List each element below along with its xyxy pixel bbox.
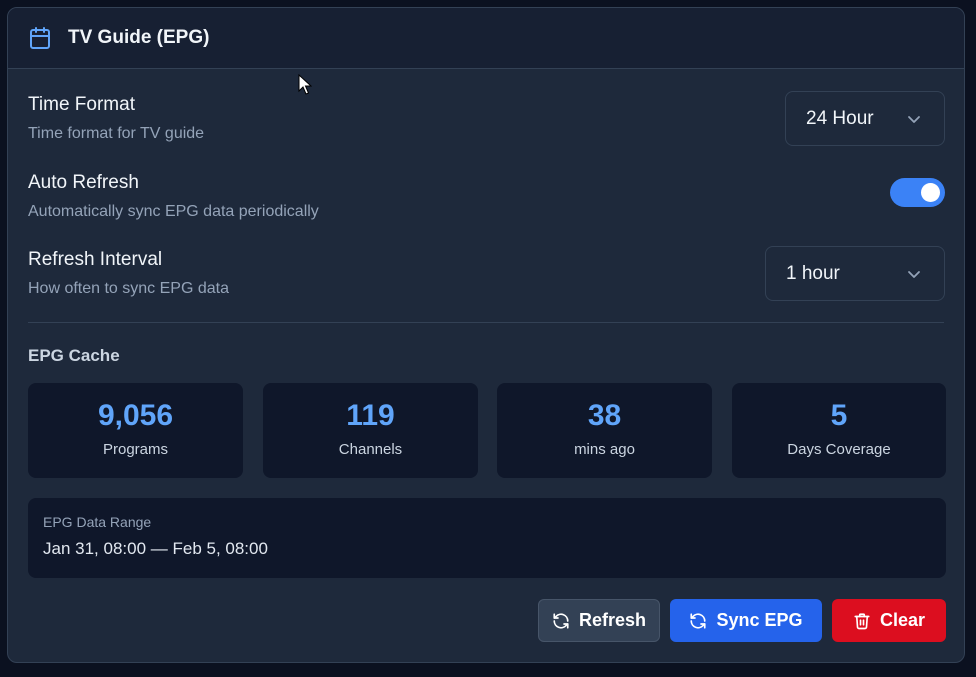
chevron-down-icon	[906, 266, 922, 282]
epg-data-range: EPG Data Range Jan 31, 08:00 — Feb 5, 08…	[28, 498, 946, 578]
chevron-down-icon	[906, 111, 922, 127]
calendar-icon	[28, 26, 52, 50]
stat-channels: 119 Channels	[263, 383, 478, 478]
epg-settings-card: TV Guide (EPG) Time Format Time format f…	[7, 7, 965, 663]
refresh-button[interactable]: Refresh	[538, 599, 660, 642]
card-header: TV Guide (EPG)	[8, 8, 964, 69]
epg-cache-heading: EPG Cache	[28, 346, 120, 365]
refresh-label: Refresh	[578, 610, 647, 630]
auto-refresh-setting: Auto Refresh Automatically sync EPG data…	[28, 172, 944, 221]
stat-label: Days Coverage	[787, 441, 891, 458]
stat-label: mins ago	[574, 441, 635, 458]
range-value: Jan 31, 08:00 — Feb 5, 08:00	[43, 539, 268, 558]
stat-value: 5	[830, 399, 848, 432]
stat-last-sync: 38 mins ago	[497, 383, 712, 478]
clear-label: Clear	[879, 610, 926, 630]
sync-epg-label: Sync EPG	[716, 610, 803, 630]
stat-value: 119	[346, 399, 395, 432]
range-label: EPG Data Range	[43, 514, 152, 530]
clear-button[interactable]: Clear	[832, 599, 946, 642]
auto-refresh-description: Automatically sync EPG data periodically	[28, 203, 319, 220]
stat-days-coverage: 5 Days Coverage	[732, 383, 946, 478]
auto-refresh-title: Auto Refresh	[28, 172, 139, 193]
sync-icon	[689, 612, 707, 630]
trash-icon	[853, 612, 871, 630]
section-divider	[28, 322, 944, 323]
refresh-interval-select[interactable]: 1 hour	[765, 246, 945, 301]
time-format-select[interactable]: 24 Hour	[785, 91, 945, 146]
sync-epg-button[interactable]: Sync EPG	[670, 599, 822, 642]
auto-refresh-toggle[interactable]	[890, 178, 945, 207]
mouse-cursor-icon	[298, 73, 313, 101]
stat-label: Channels	[338, 441, 403, 458]
stat-value: 9,056	[97, 399, 174, 432]
time-format-value: 24 Hour	[806, 107, 874, 129]
card-title: TV Guide (EPG)	[68, 27, 210, 48]
stat-programs: 9,056 Programs	[28, 383, 243, 478]
toggle-knob	[921, 183, 940, 202]
refresh-interval-value: 1 hour	[786, 262, 840, 284]
cache-stats: 9,056 Programs 119 Channels 38 mins ago …	[28, 383, 946, 478]
stat-label: Programs	[102, 441, 169, 458]
stat-value: 38	[587, 399, 622, 432]
refresh-icon	[552, 612, 570, 630]
